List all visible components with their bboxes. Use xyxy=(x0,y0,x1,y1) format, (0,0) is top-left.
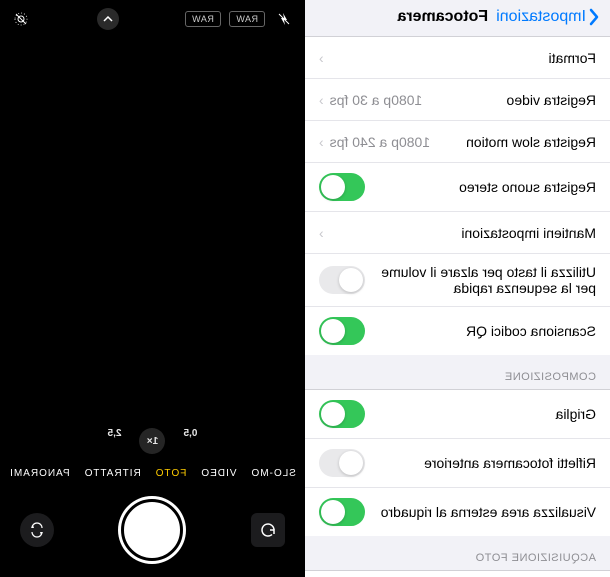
row-record-slowmo[interactable]: Registra slow motion 1080p a 240 fps › xyxy=(305,121,610,163)
row-label: Registra suono stereo xyxy=(365,179,596,195)
row-label: Visualizza area esterna al riquadro xyxy=(365,504,596,520)
row-label: Registra slow motion xyxy=(430,134,596,150)
back-button[interactable]: Impostazioni xyxy=(496,8,600,26)
section-header-composition: COMPOSIZIONE xyxy=(305,355,610,389)
chevron-right-icon: › xyxy=(319,92,324,108)
mode-slomo[interactable]: SLO-MO xyxy=(250,468,295,479)
mode-portrait[interactable]: RITRATTO xyxy=(84,468,141,479)
row-record-video[interactable]: Registra video 1080p a 30 fps › xyxy=(305,79,610,121)
row-label: Rifletti fotocamera anteriore xyxy=(365,455,596,471)
camera-top-bar: RAW RAW xyxy=(0,0,305,38)
nav-bar: Impostazioni Fotocamera xyxy=(305,0,610,36)
camera-flip-icon xyxy=(28,521,46,539)
mode-video[interactable]: VIDEO xyxy=(200,468,236,479)
toggle-view-outside[interactable] xyxy=(319,498,365,526)
row-label: Scansiona codici QR xyxy=(365,323,596,339)
section-general: Formati › Registra video 1080p a 30 fps … xyxy=(305,36,610,355)
row-label: Utilizza il tasto per alzare il volume p… xyxy=(365,264,596,296)
mode-photo[interactable]: FOTO xyxy=(155,468,187,479)
raw-chip[interactable]: RAW xyxy=(185,11,221,27)
camera-bottom-bar xyxy=(0,489,305,577)
chevron-right-icon: › xyxy=(319,134,324,150)
camera-options-caret[interactable] xyxy=(97,8,119,30)
toggle-volume-burst[interactable] xyxy=(319,266,365,294)
toggle-scan-qr[interactable] xyxy=(319,317,365,345)
mode-selector[interactable]: SLO-MO VIDEO FOTO RITRATTO PANORAMI xyxy=(0,460,305,489)
last-photo-thumbnail[interactable] xyxy=(251,513,285,547)
row-prioritize-faster: Priorità agli scatti più rapidi xyxy=(305,571,610,577)
row-mirror-front: Rifletti fotocamera anteriore xyxy=(305,439,610,488)
row-scan-qr: Scansiona codici QR xyxy=(305,307,610,355)
row-view-outside-frame: Visualizza area esterna al riquadro xyxy=(305,488,610,536)
chevron-left-icon xyxy=(588,8,600,26)
refresh-icon xyxy=(259,521,277,539)
mode-pano[interactable]: PANORAMI xyxy=(9,468,70,479)
zoom-main[interactable]: 1× xyxy=(140,428,166,454)
row-formats[interactable]: Formati › xyxy=(305,37,610,79)
chevron-right-icon: › xyxy=(319,50,324,66)
row-label: Mantieni impostazioni xyxy=(324,225,596,241)
settings-panel: Impostazioni Fotocamera Formati › Regist… xyxy=(305,0,610,577)
section-capture: Priorità agli scatti più rapidi xyxy=(305,570,610,577)
row-grid: Griglia xyxy=(305,390,610,439)
back-label: Impostazioni xyxy=(496,8,586,26)
camera-panel: RAW RAW 0,5 1× 2,5 SLO-MO VIDEO FOTO RIT… xyxy=(0,0,305,577)
zoom-selector: 0,5 1× 2,5 xyxy=(0,422,305,460)
chevron-right-icon: › xyxy=(319,225,324,241)
section-header-capture: ACQUISIZIONE FOTO xyxy=(305,536,610,570)
row-value: 1080p a 240 fps xyxy=(330,134,430,150)
zoom-wide[interactable]: 0,5 xyxy=(184,428,198,454)
live-photo-icon[interactable] xyxy=(10,8,32,30)
row-label: Registra video xyxy=(422,92,596,108)
row-label: Formati xyxy=(324,50,596,66)
row-value: 1080p a 30 fps xyxy=(330,92,423,108)
raw-chip[interactable]: RAW xyxy=(229,11,265,27)
shutter-button[interactable] xyxy=(122,499,184,561)
row-stereo-sound: Registra suono stereo xyxy=(305,163,610,212)
zoom-tele[interactable]: 2,5 xyxy=(108,428,122,454)
flash-icon[interactable] xyxy=(273,8,295,30)
row-preserve-settings[interactable]: Mantieni impostazioni › xyxy=(305,212,610,254)
row-label: Griglia xyxy=(365,406,596,422)
chevron-up-icon xyxy=(103,16,113,22)
camera-flip-button[interactable] xyxy=(20,513,54,547)
viewfinder[interactable] xyxy=(0,38,305,422)
page-title: Fotocamera xyxy=(397,8,488,26)
row-volume-burst: Utilizza il tasto per alzare il volume p… xyxy=(305,254,610,307)
toggle-grid[interactable] xyxy=(319,400,365,428)
toggle-mirror-front[interactable] xyxy=(319,449,365,477)
toggle-stereo[interactable] xyxy=(319,173,365,201)
section-composition: Griglia Rifletti fotocamera anteriore Vi… xyxy=(305,389,610,536)
